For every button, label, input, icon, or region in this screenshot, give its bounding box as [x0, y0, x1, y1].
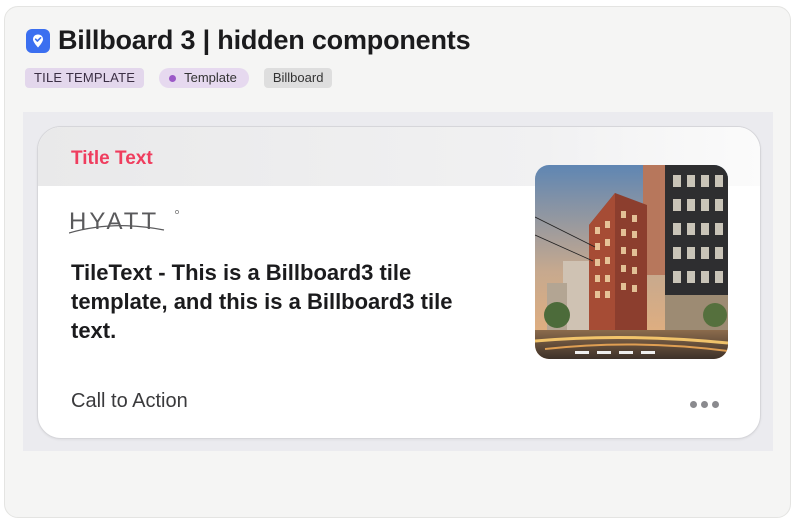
tile-title: Title Text — [71, 148, 153, 169]
tile-template-tag[interactable]: TILE TEMPLATE — [25, 68, 145, 88]
hyatt-logo-text: HYATT — [69, 208, 159, 235]
widget-card: Billboard 3 | hidden components TILE TEM… — [4, 6, 791, 518]
dot-icon — [169, 74, 177, 82]
tile-text: TileText - This is a Billboard3 tile tem… — [71, 260, 453, 343]
tag-list: TILE TEMPLATE Template Billboard — [25, 68, 333, 88]
header: Billboard 3 | hidden components — [26, 25, 471, 56]
template-tag-label: Template — [184, 70, 237, 85]
location-pin-icon — [26, 28, 50, 53]
hyatt-logo: HYATT — [68, 206, 184, 242]
page-title: Billboard 3 | hidden components — [58, 25, 471, 55]
ellipsis-icon[interactable] — [690, 399, 722, 409]
call-to-action-link[interactable]: Call to Action — [71, 390, 188, 413]
billboard-tile[interactable]: Title Text HYATT TileText - This is a Bi… — [37, 126, 761, 439]
template-tag[interactable]: Template — [159, 68, 249, 88]
city-building-photo — [535, 165, 728, 359]
billboard-tag[interactable]: Billboard — [263, 68, 333, 88]
tile-preview: Title Text HYATT TileText - This is a Bi… — [23, 112, 773, 451]
